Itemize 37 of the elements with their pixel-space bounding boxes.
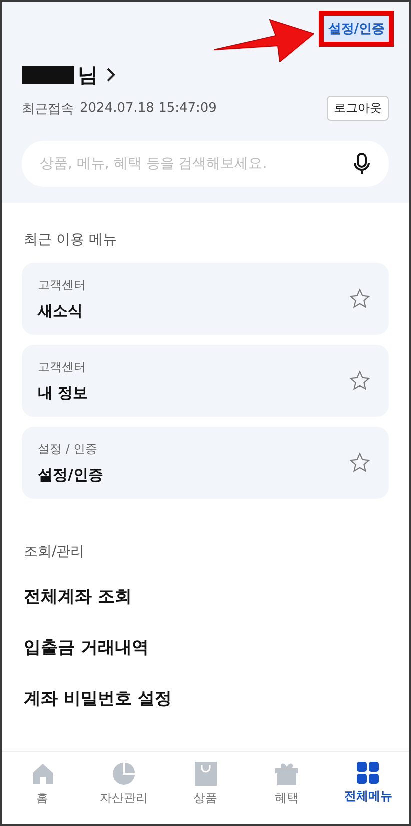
nav-tab[interactable]: 자산관리 — [83, 752, 165, 824]
pie-chart-icon — [112, 762, 136, 786]
recent-menu-card[interactable]: 고객센터 내 정보 — [22, 345, 389, 417]
nav-tab[interactable]: 전체메뉴 — [328, 752, 409, 824]
redaction-bar — [22, 66, 74, 84]
menu-item[interactable]: 입출금 거래내역 — [22, 636, 389, 687]
search-field[interactable]: 상품, 메뉴, 혜택 등을 검색해보세요. — [22, 141, 389, 187]
home-icon — [30, 762, 55, 786]
menu-category: 설정 / 인증 — [38, 441, 99, 458]
microphone-icon[interactable] — [353, 152, 371, 176]
chevron-right-icon[interactable] — [106, 67, 116, 83]
annotation-arrow-icon — [214, 16, 314, 62]
menu-category: 고객센터 — [38, 359, 87, 376]
nav-tab[interactable]: 상품 — [164, 752, 246, 824]
menu-name: 새소식 — [38, 302, 84, 321]
nav-tab[interactable]: 홈 — [2, 752, 84, 824]
menu-item[interactable]: 전체계좌 조회 — [22, 585, 389, 636]
section-title: 최근 이용 메뉴 — [24, 231, 118, 249]
settings-button[interactable]: 설정/인증 — [324, 16, 389, 42]
nav-tab[interactable]: 혜택 — [246, 752, 328, 824]
star-icon[interactable] — [349, 452, 371, 474]
star-icon[interactable] — [349, 370, 371, 392]
star-icon[interactable] — [349, 288, 371, 310]
last-login-label: 최근접속 — [22, 100, 74, 118]
last-login-time: 2024.07.18 15:47:09 — [80, 101, 217, 116]
logout-button[interactable]: 로그아웃 — [327, 96, 389, 121]
user-name-suffix[interactable]: 님 — [78, 62, 98, 88]
menu-category: 고객센터 — [38, 277, 87, 294]
section-title: 조회/관리 — [24, 543, 86, 561]
recent-menu-card[interactable]: 고객센터 새소식 — [22, 263, 389, 335]
recent-menu-card[interactable]: 설정 / 인증 설정/인증 — [22, 427, 389, 499]
shopping-bag-icon — [194, 762, 217, 786]
menu-name: 설정/인증 — [38, 466, 104, 485]
menu-name: 내 정보 — [38, 384, 90, 403]
menu-item[interactable]: 계좌 비밀번호 설정 — [22, 687, 389, 738]
gift-icon — [274, 762, 299, 786]
grid-menu-icon — [357, 762, 380, 784]
